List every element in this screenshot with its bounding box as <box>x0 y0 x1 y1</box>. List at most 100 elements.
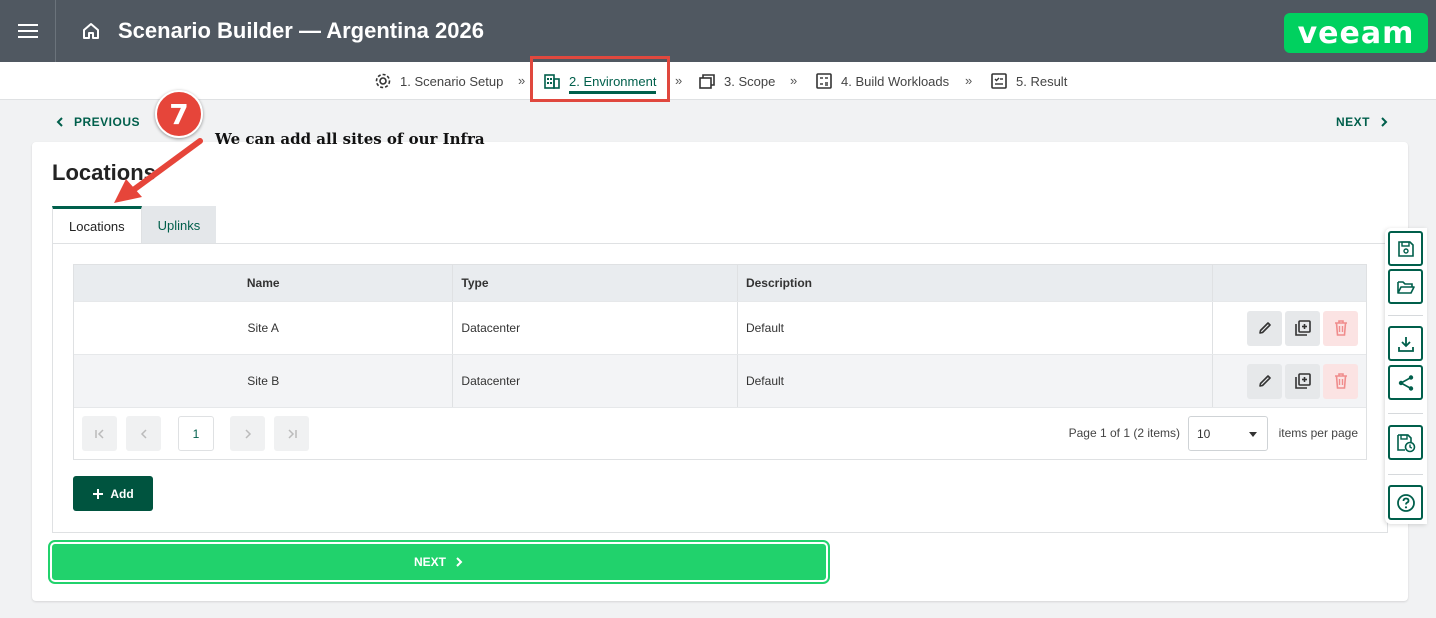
page-number-button[interactable]: 1 <box>178 416 214 451</box>
share-icon <box>1398 374 1413 391</box>
step-label: 4. Build Workloads <box>841 73 950 89</box>
next-button[interactable]: NEXT <box>48 540 830 584</box>
help-icon <box>1396 493 1415 512</box>
toolbar-divider <box>1388 413 1423 414</box>
step-separator: » <box>518 73 526 88</box>
step-build-workloads[interactable]: 4. Build Workloads <box>815 62 949 100</box>
download-button[interactable] <box>1388 326 1423 361</box>
pencil-icon <box>1258 322 1271 334</box>
gear-icon <box>375 73 391 89</box>
pencil-icon <box>1258 375 1271 387</box>
toolbar-divider <box>1388 474 1423 475</box>
veeam-logo: veeam <box>1284 13 1428 53</box>
page-info: Page 1 of 1 (2 items) <box>1068 426 1180 440</box>
save-button[interactable] <box>1388 231 1423 266</box>
annotation-text: We can add all sites of our Infra <box>215 130 485 148</box>
last-page-icon <box>287 428 297 439</box>
table-row[interactable]: Site A Datacenter Default <box>74 301 1366 354</box>
step-result[interactable]: 5. Result <box>990 62 1067 100</box>
schedule-save-button[interactable] <box>1388 425 1423 460</box>
open-folder-icon <box>1396 280 1415 294</box>
next-label: NEXT <box>1336 115 1371 129</box>
chevron-right-icon <box>1381 117 1388 127</box>
save-icon <box>1397 240 1414 257</box>
next-link-button[interactable]: NEXT <box>1336 115 1390 129</box>
cell-description: Default <box>738 302 1214 354</box>
step-scenario-setup[interactable]: 1. Scenario Setup <box>374 62 503 100</box>
page-size-select[interactable]: 10 <box>1188 416 1268 451</box>
open-button[interactable] <box>1388 269 1423 304</box>
column-header-type[interactable]: Type <box>453 265 738 301</box>
add-button[interactable]: Add <box>73 476 153 511</box>
highlight-box <box>530 56 670 102</box>
step-label: 5. Result <box>1016 73 1068 89</box>
app-header: Scenario Builder — Argentina 2026 veeam <box>0 0 1436 62</box>
next-page-button[interactable] <box>230 416 265 451</box>
main-card: Locations Locations Uplinks Name Type De… <box>32 142 1408 601</box>
previous-button[interactable]: PREVIOUS <box>54 115 140 129</box>
duplicate-icon <box>1294 320 1311 336</box>
previous-label: PREVIOUS <box>74 115 141 129</box>
step-scope[interactable]: 3. Scope <box>698 62 775 100</box>
add-label: Add <box>110 486 134 501</box>
step-separator: » <box>965 73 973 88</box>
chevron-left-icon <box>140 428 147 439</box>
download-icon <box>1397 336 1414 352</box>
share-button[interactable] <box>1388 365 1423 400</box>
first-page-button[interactable] <box>82 416 117 451</box>
last-page-button[interactable] <box>274 416 309 451</box>
tab-bar: Locations Uplinks <box>52 206 217 244</box>
table-header: Name Type Description <box>74 265 1366 301</box>
cell-description: Default <box>738 355 1214 407</box>
edit-button[interactable] <box>1247 363 1282 399</box>
duplicate-button[interactable] <box>1285 363 1320 399</box>
duplicate-icon <box>1294 373 1311 389</box>
cell-type: Datacenter <box>453 355 738 407</box>
column-header-description[interactable]: Description <box>738 265 1214 301</box>
first-page-icon <box>94 428 104 439</box>
next-button-label: NEXT <box>413 555 446 569</box>
delete-button[interactable] <box>1323 310 1358 346</box>
trash-icon <box>1334 373 1347 389</box>
cell-name: Site A <box>74 302 454 354</box>
cell-name: Site B <box>74 355 454 407</box>
logo-text: veeam <box>1297 15 1415 51</box>
step-label: 3. Scope <box>724 73 776 89</box>
prev-page-button[interactable] <box>126 416 161 451</box>
chevron-left-icon <box>56 117 63 127</box>
step-separator: » <box>675 73 683 88</box>
toolbar-divider <box>1388 315 1423 316</box>
column-header-name[interactable]: Name <box>74 265 454 301</box>
annotation-arrow <box>114 138 203 203</box>
side-toolbar <box>1385 228 1427 524</box>
checklist-icon <box>991 73 1007 89</box>
table-row[interactable]: Site B Datacenter Default <box>74 354 1366 407</box>
home-icon[interactable] <box>68 0 114 62</box>
tab-uplinks[interactable]: Uplinks <box>141 206 217 244</box>
page-size-value: 10 <box>1197 426 1211 441</box>
chevron-right-icon <box>456 557 463 567</box>
windows-icon <box>699 74 715 89</box>
tab-panel: Name Type Description Site A Datacenter … <box>52 243 1388 533</box>
row-actions <box>1213 302 1366 354</box>
cell-type: Datacenter <box>453 302 738 354</box>
pagination: 1 Page 1 of 1 (2 items) 10 items per pag… <box>74 407 1366 459</box>
trash-icon <box>1334 320 1347 336</box>
wizard-stepper: 1. Scenario Setup » 2. Environment » 3. … <box>0 62 1436 100</box>
step-separator: » <box>790 73 798 88</box>
calculator-icon <box>816 73 832 89</box>
items-per-page-label: items per page <box>1278 426 1358 440</box>
locations-table: Name Type Description Site A Datacenter … <box>73 264 1367 460</box>
help-button[interactable] <box>1388 485 1423 520</box>
tab-locations[interactable]: Locations <box>52 206 142 244</box>
edit-button[interactable] <box>1247 310 1282 346</box>
page-title: Scenario Builder — Argentina 2026 <box>118 18 484 43</box>
chevron-right-icon <box>244 428 251 439</box>
hamburger-menu-icon[interactable] <box>0 0 56 62</box>
row-actions <box>1213 355 1366 407</box>
schedule-save-icon <box>1396 433 1415 452</box>
step-label: 1. Scenario Setup <box>400 73 504 89</box>
delete-button[interactable] <box>1323 363 1358 399</box>
duplicate-button[interactable] <box>1285 310 1320 346</box>
column-header-actions <box>1213 265 1366 301</box>
